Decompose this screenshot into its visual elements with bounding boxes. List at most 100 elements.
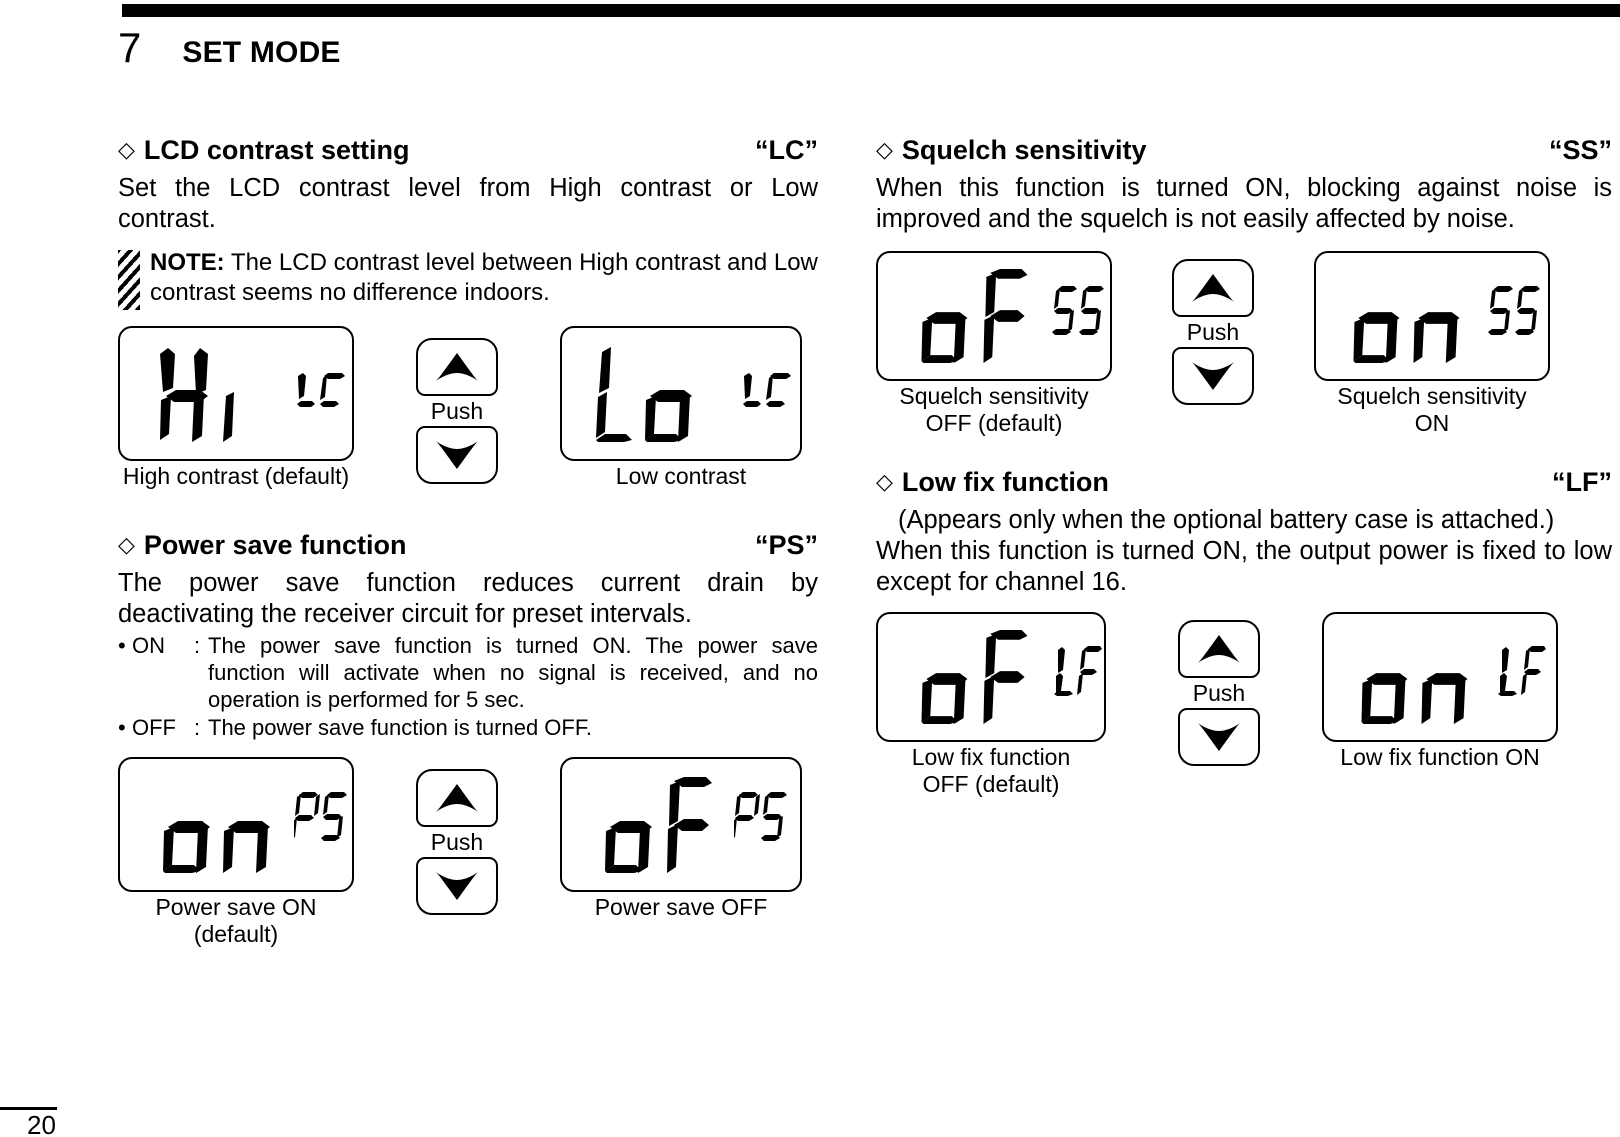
segment-code-SS	[1052, 285, 1106, 335]
lcd-block-left: Power save ON (default)	[118, 757, 354, 948]
section-title: Low fix function	[901, 467, 1109, 497]
lcd-caption-left: Squelch sensitivity OFF (default)	[899, 383, 1089, 436]
note-box: NOTE: The LCD contrast level between Hig…	[118, 248, 818, 310]
section-code: “LF”	[1552, 467, 1612, 497]
diamond-bullet-icon: ◇	[876, 469, 893, 494]
section-body-text: The power save function reduces current …	[118, 569, 818, 628]
chapter-number: 7	[118, 24, 141, 71]
section-body-text: Set the LCD contrast level from High con…	[118, 174, 818, 233]
section-title: Squelch sensitivity	[901, 135, 1147, 165]
bullet-list: • ON : The power save function is turned…	[118, 632, 818, 741]
list-item: • OFF : The power save function is turne…	[118, 714, 818, 741]
lcd-caption-left: Power save ON (default)	[155, 894, 317, 947]
push-control-contrast: Push	[416, 338, 498, 484]
lcd-display-low-fix-on	[1322, 612, 1558, 742]
diagram-lcd-contrast: High contrast (default) Push Low contras…	[118, 326, 818, 490]
lcd-caption-right: Low contrast	[615, 463, 747, 489]
segment-char-i	[212, 346, 240, 442]
section-heading: ◇ Squelch sensitivity “SS”	[876, 135, 1612, 166]
note-label: NOTE:	[150, 249, 225, 276]
lcd-display-power-save-on	[118, 757, 354, 892]
section-heading: ◇ Low fix function “LF”	[876, 467, 1612, 498]
section-code: “SS”	[1548, 135, 1612, 165]
triangle-up-icon	[434, 782, 480, 814]
triangle-down-icon	[1196, 721, 1242, 753]
list-item: • ON : The power save function is turned…	[118, 632, 818, 713]
right-column: ◇ Squelch sensitivity “SS” When this fun…	[876, 135, 1612, 798]
segment-code-SS	[1488, 285, 1542, 335]
segment-char-o	[1350, 269, 1402, 363]
lcd-display-squelch-on	[1314, 251, 1550, 381]
push-control-power-save: Push	[416, 769, 498, 915]
push-label: Push	[430, 398, 484, 424]
segment-code-LC	[294, 372, 346, 420]
segment-char-n	[220, 777, 272, 873]
bullet-key: OFF	[132, 715, 176, 740]
segment-code-LF	[1052, 646, 1102, 696]
lcd-block-right: Low fix function ON	[1322, 612, 1558, 771]
down-button[interactable]	[1172, 347, 1254, 405]
segment-char-o	[1358, 630, 1410, 724]
triangle-up-icon	[1190, 272, 1236, 304]
chapter-header: 7 SET MODE	[118, 24, 341, 72]
section-title: Power save function	[143, 530, 407, 560]
page-number: 20	[27, 1110, 56, 1137]
lcd-block-right: Low contrast	[560, 326, 802, 490]
lcd-display-low-fix-off	[876, 612, 1106, 742]
section-heading: ◇ LCD contrast setting “LC”	[118, 135, 818, 166]
diagram-low-fix: Low fix function OFF (default) Push Low …	[876, 612, 1612, 798]
triangle-up-icon	[1196, 633, 1242, 665]
section-heading: ◇ Power save function “PS”	[118, 530, 818, 561]
segment-char-o	[602, 777, 654, 873]
up-button[interactable]	[416, 338, 498, 396]
down-button[interactable]	[416, 426, 498, 484]
diamond-bullet-icon: ◇	[876, 137, 893, 162]
hatch-stripe-icon	[118, 250, 140, 310]
lcd-display-power-save-off	[560, 757, 802, 892]
up-button[interactable]	[416, 769, 498, 827]
segment-char-H	[156, 346, 212, 442]
lcd-display-squelch-off	[876, 251, 1112, 381]
lcd-caption-right: Power save OFF	[594, 894, 768, 920]
section-body-text: When this function is turned ON, blockin…	[876, 174, 1612, 233]
diamond-bullet-icon: ◇	[118, 532, 135, 557]
segment-char-F	[978, 269, 1030, 363]
section-code: “PS”	[754, 530, 818, 560]
section-code: “LC”	[755, 135, 818, 165]
segment-code-PS	[734, 791, 788, 843]
triangle-down-icon	[434, 439, 480, 471]
lcd-block-left: Low fix function OFF (default)	[876, 612, 1106, 798]
segment-char-L	[592, 346, 632, 442]
left-column: ◇ LCD contrast setting “LC” Set the LCD …	[118, 135, 818, 948]
diagram-power-save: Power save ON (default) Push Power save …	[118, 757, 818, 948]
segment-char-o	[160, 777, 212, 873]
bullet-colon: :	[194, 633, 201, 658]
section-low-fix-function: ◇ Low fix function “LF” (Appears only wh…	[876, 467, 1612, 798]
down-button[interactable]	[1178, 708, 1260, 766]
lcd-block-right: Squelch sensitivity ON	[1314, 251, 1550, 437]
segment-char-o	[642, 346, 694, 442]
up-button[interactable]	[1178, 620, 1260, 678]
section-power-save-function: ◇ Power save function “PS” The power sav…	[118, 530, 818, 948]
lcd-block-left: High contrast (default)	[118, 326, 354, 490]
segment-code-LC	[740, 372, 792, 420]
section-title: LCD contrast setting	[143, 135, 410, 165]
manual-page: 7 SET MODE ◇ LCD contrast setting “LC” S…	[0, 0, 1620, 1137]
segment-char-o	[918, 269, 970, 363]
segment-char-n	[1410, 269, 1462, 363]
lcd-display-low-contrast	[560, 326, 802, 461]
segment-code-LF	[1496, 646, 1546, 696]
bullet-text: The power save function is turned ON. Th…	[208, 633, 818, 712]
segment-char-o	[918, 630, 970, 724]
lcd-block-right: Power save OFF	[560, 757, 802, 921]
triangle-up-icon	[434, 351, 480, 383]
diagram-squelch-sensitivity: Squelch sensitivity OFF (default) Push S…	[876, 251, 1612, 437]
down-button[interactable]	[416, 857, 498, 915]
chapter-title: SET MODE	[182, 36, 341, 69]
push-label: Push	[1186, 319, 1240, 345]
up-button[interactable]	[1172, 259, 1254, 317]
section-lcd-contrast-setting: ◇ LCD contrast setting “LC” Set the LCD …	[118, 135, 818, 490]
bullet-colon: :	[194, 715, 201, 740]
push-control-low-fix: Push	[1178, 620, 1260, 766]
bullet-dot: •	[118, 715, 126, 740]
